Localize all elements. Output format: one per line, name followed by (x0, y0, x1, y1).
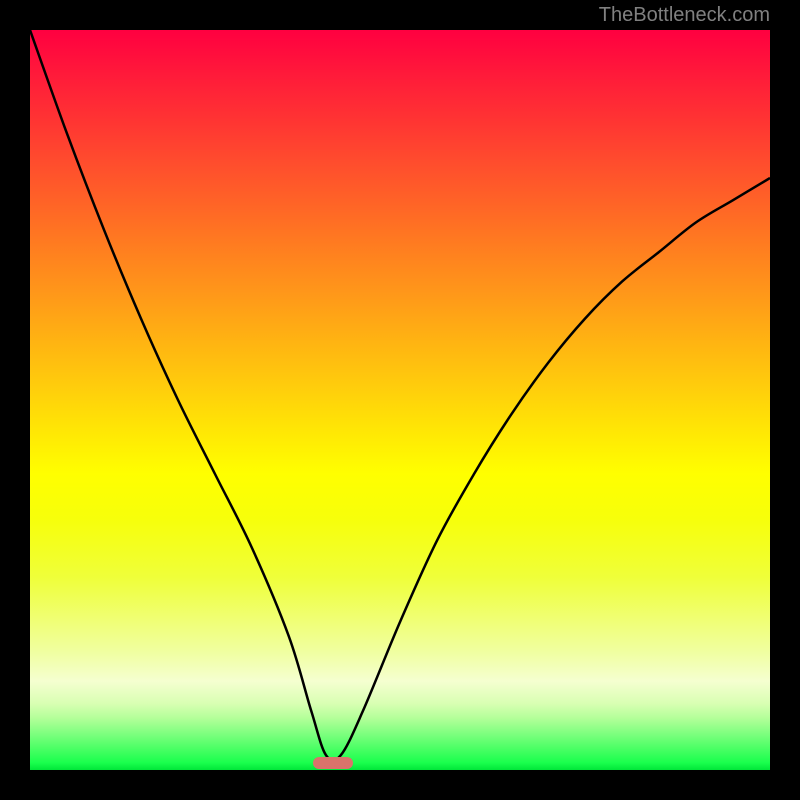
minimum-marker (313, 757, 353, 769)
bottleneck-curve (30, 30, 770, 761)
plot-area (30, 30, 770, 770)
chart-container: TheBottleneck.com (0, 0, 800, 800)
watermark-text: TheBottleneck.com (599, 4, 770, 27)
curve-svg (30, 30, 770, 770)
